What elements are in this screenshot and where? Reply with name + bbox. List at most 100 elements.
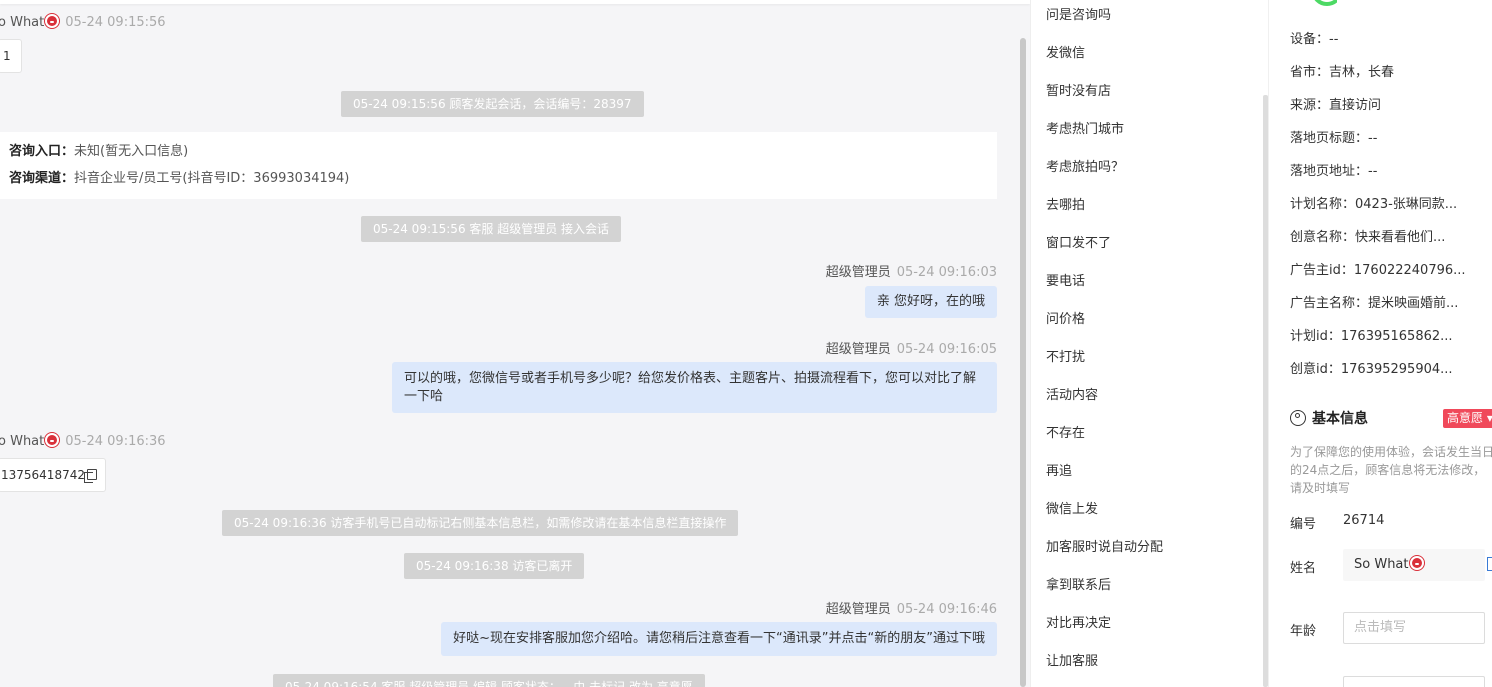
message-time: 05-24 09:15:56: [65, 15, 166, 30]
channel-value: 抖音企业号/员工号(抖音号ID：36993034194): [74, 171, 350, 186]
info-landing-title: 落地页标题：--: [1290, 127, 1377, 146]
message-time: 05-24 09:16:03: [896, 265, 997, 280]
message-text: 1: [3, 49, 11, 63]
info-label: 落地页地址：: [1290, 164, 1369, 179]
info-label: 计划id：: [1290, 329, 1341, 344]
agent-message: 可以的哦，您微信号或者手机号多少呢？给您发价格表、主题客片、拍摄流程看下，您可以…: [392, 362, 997, 413]
info-advertiser-id: 广告主id：176022240796...: [1290, 259, 1466, 278]
info-edit-notice: 为了保障您的使用体验，会话发生当日的24点之后，顾客信息将无法修改，请及时填写: [1290, 445, 1492, 495]
visitor-name: o What: [0, 15, 45, 30]
agent-name: 超级管理员: [825, 342, 891, 357]
quick-reply-item[interactable]: 考虑旅拍吗？: [1046, 156, 1124, 175]
info-label: 计划名称：: [1290, 197, 1356, 212]
info-label: 省市：: [1290, 65, 1330, 80]
message-time: 05-24 09:16:36: [65, 434, 166, 449]
basic-info-heading: 基本信息: [1290, 408, 1368, 428]
quick-reply-item[interactable]: 暂时没有店: [1046, 80, 1111, 99]
clown-emoji-icon: [45, 433, 60, 447]
quick-reply-item[interactable]: 考虑热门城市: [1046, 118, 1124, 137]
quick-reply-panel: 问是咨询吗 发微信 暂时没有店 考虑热门城市 考虑旅拍吗？ 去哪拍 窗口发不了 …: [1030, 0, 1263, 687]
next-field[interactable]: [1343, 676, 1485, 687]
info-value: 176395165862...: [1340, 329, 1453, 344]
channel-label: 咨询渠道：: [9, 171, 75, 186]
info-value: 快来看看他们...: [1355, 230, 1446, 245]
info-label: 设备：: [1290, 32, 1330, 47]
id-value: 26714: [1343, 513, 1385, 528]
system-notice: 05-24 09:16:36 访客手机号已自动标记右侧基本信息栏，如需修改请在基…: [222, 510, 739, 536]
quick-reply-item[interactable]: 再追: [1046, 460, 1072, 479]
quick-reply-item[interactable]: 去哪拍: [1046, 194, 1085, 213]
phone-number: 13756418742: [1, 468, 85, 482]
consult-entry-card: 咨询入口：未知(暂无入口信息) 咨询渠道：抖音企业号/员工号(抖音号ID：369…: [0, 132, 997, 199]
name-field[interactable]: So What: [1343, 549, 1485, 581]
quick-reply-item[interactable]: 加客服时说自动分配: [1046, 536, 1163, 555]
quick-reply-item[interactable]: 不打扰: [1046, 346, 1085, 365]
entry-value: 未知(暂无入口信息): [74, 144, 189, 159]
chat-header-edge: [0, 0, 1030, 4]
intent-status-badge[interactable]: 高意愿 ▾: [1443, 409, 1492, 428]
system-notice: 05-24 09:16:38 访客已离开: [404, 553, 585, 579]
agent-name: 超级管理员: [825, 602, 891, 617]
name-value: So What: [1354, 557, 1409, 572]
quick-reply-item[interactable]: 发微信: [1046, 42, 1085, 61]
copy-icon[interactable]: [83, 469, 97, 483]
quick-reply-item[interactable]: 让加客服: [1046, 650, 1098, 669]
agent-message: 好哒~现在安排客服加您介绍哈。请您稍后注意查看一下“通讯录”并点击“新的朋友”通…: [441, 622, 997, 656]
visitor-message: 1: [0, 39, 22, 73]
customer-info-panel: 设备：-- 省市：吉林，长春 来源：直接访问 落地页标题：-- 落地页地址：--…: [1268, 0, 1492, 687]
status-ring-icon: [1314, 0, 1337, 6]
quick-reply-item[interactable]: 问是咨询吗: [1046, 4, 1111, 23]
agent-name: 超级管理员: [825, 265, 891, 280]
info-value: 直接访问: [1329, 98, 1382, 113]
chat-scrollbar[interactable]: [1020, 38, 1026, 687]
info-value: 吉林，长春: [1329, 65, 1395, 80]
edit-icon[interactable]: [1487, 557, 1492, 571]
message-time: 05-24 09:16:46: [896, 602, 997, 617]
info-value: 提米映画婚前...: [1368, 296, 1459, 311]
clown-emoji-icon: [1409, 556, 1424, 570]
quick-reply-item[interactable]: 活动内容: [1046, 384, 1098, 403]
agent-message: 亲 您好呀，在的哦: [864, 286, 997, 318]
quick-reply-item[interactable]: 问价格: [1046, 308, 1085, 327]
info-value: 176022240796...: [1353, 263, 1466, 278]
quick-reply-item[interactable]: 拿到联系后: [1046, 574, 1111, 593]
section-title-text: 基本信息: [1312, 411, 1368, 427]
quick-reply-item[interactable]: 窗口发不了: [1046, 232, 1111, 251]
quick-reply-item[interactable]: 要电话: [1046, 270, 1085, 289]
system-notice: 05-24 09:15:56 顾客发起会话，会话编号：28397: [341, 91, 644, 117]
info-landing-url: 落地页地址：--: [1290, 160, 1377, 179]
info-plan-name: 计划名称：0423-张琳同款...: [1290, 193, 1457, 212]
info-label: 创意id：: [1290, 362, 1341, 377]
chat-workspace: o What 05-24 09:15:56 1 05-24 09:15:56 顾客…: [0, 0, 1492, 687]
system-notice: 05-24 09:15:56 客服 超级管理员 接入会话: [361, 216, 622, 242]
message-text: 可以的哦，您微信号或者手机号多少呢？给您发价格表、主题客片、拍摄流程看下，您可以…: [404, 371, 977, 386]
agent-sender-line: 超级管理员 05-24 09:16:46: [826, 598, 997, 617]
user-icon: [1290, 410, 1306, 426]
chat-panel: o What 05-24 09:15:56 1 05-24 09:15:56 顾客…: [0, 0, 1030, 687]
info-advertiser-name: 广告主名称：提米映画婚前...: [1290, 292, 1458, 311]
age-field[interactable]: 点击填写: [1343, 612, 1485, 644]
visitor-sender-line: o What 05-24 09:16:36: [0, 433, 166, 449]
visitor-name: o What: [0, 434, 45, 449]
id-label: 编号: [1290, 517, 1317, 532]
badge-text: 高意愿: [1447, 411, 1484, 425]
info-label: 来源：: [1290, 98, 1330, 113]
info-region: 省市：吉林，长春: [1290, 61, 1394, 80]
clown-emoji-icon: [45, 14, 60, 28]
info-device: 设备：--: [1290, 28, 1338, 47]
info-label: 广告主名称：: [1290, 296, 1369, 311]
quick-reply-item[interactable]: 不存在: [1046, 422, 1085, 441]
name-label: 姓名: [1290, 561, 1317, 576]
info-value: --: [1368, 131, 1378, 146]
quick-reply-item[interactable]: 对比再决定: [1046, 612, 1111, 631]
agent-sender-line: 超级管理员 05-24 09:16:03: [826, 261, 997, 280]
message-text: 好哒~现在安排客服加您介绍哈。请您稍后注意查看一下“通讯录”并点击“新的朋友”通…: [453, 631, 985, 646]
age-label: 年龄: [1290, 624, 1317, 639]
info-value: 0423-张琳同款...: [1355, 197, 1458, 212]
info-label: 落地页标题：: [1290, 131, 1369, 146]
message-text: 一下哈: [404, 389, 444, 404]
visitor-message: 13756418742: [0, 458, 106, 492]
quick-reply-item[interactable]: 微信上发: [1046, 498, 1098, 517]
info-creative-id: 创意id：176395295904...: [1290, 358, 1453, 377]
message-text: 亲 您好呀，在的哦: [876, 294, 985, 309]
